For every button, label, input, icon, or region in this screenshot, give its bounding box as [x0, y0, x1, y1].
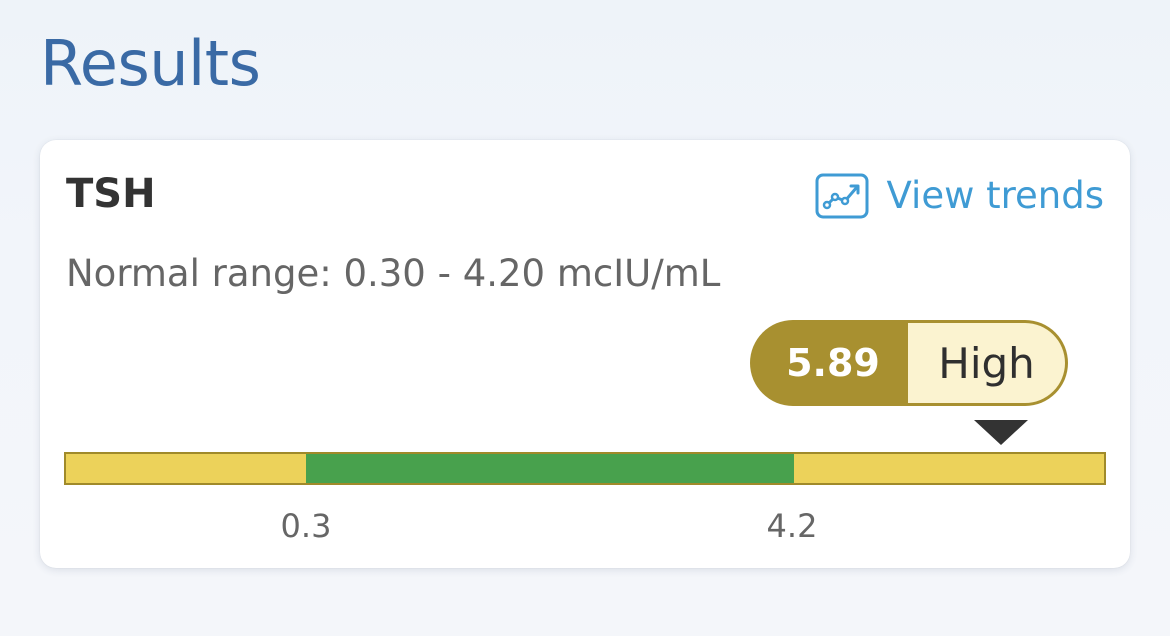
result-flag: High [908, 323, 1065, 403]
range-tick-high: 4.2 [766, 507, 818, 545]
view-trends-link[interactable]: View trends [815, 168, 1104, 224]
value-marker-icon [974, 420, 1028, 445]
test-name: TSH [66, 171, 156, 217]
range-segment-low [66, 454, 306, 483]
result-value: 5.89 [786, 341, 880, 385]
result-card: TSH View trends Normal range: 0.30 - 4.2… [40, 140, 1130, 568]
range-tick-low: 0.3 [280, 507, 332, 545]
range-segment-normal [306, 454, 794, 483]
range-segment-high [794, 454, 1104, 483]
view-trends-label: View trends [886, 174, 1104, 217]
page-title: Results [40, 27, 261, 100]
normal-range-text: Normal range: 0.30 - 4.20 mcIU/mL [66, 252, 721, 295]
result-value-pill: 5.89 High [750, 320, 1068, 406]
trend-chart-icon [815, 173, 869, 219]
reference-range-bar [64, 452, 1106, 485]
